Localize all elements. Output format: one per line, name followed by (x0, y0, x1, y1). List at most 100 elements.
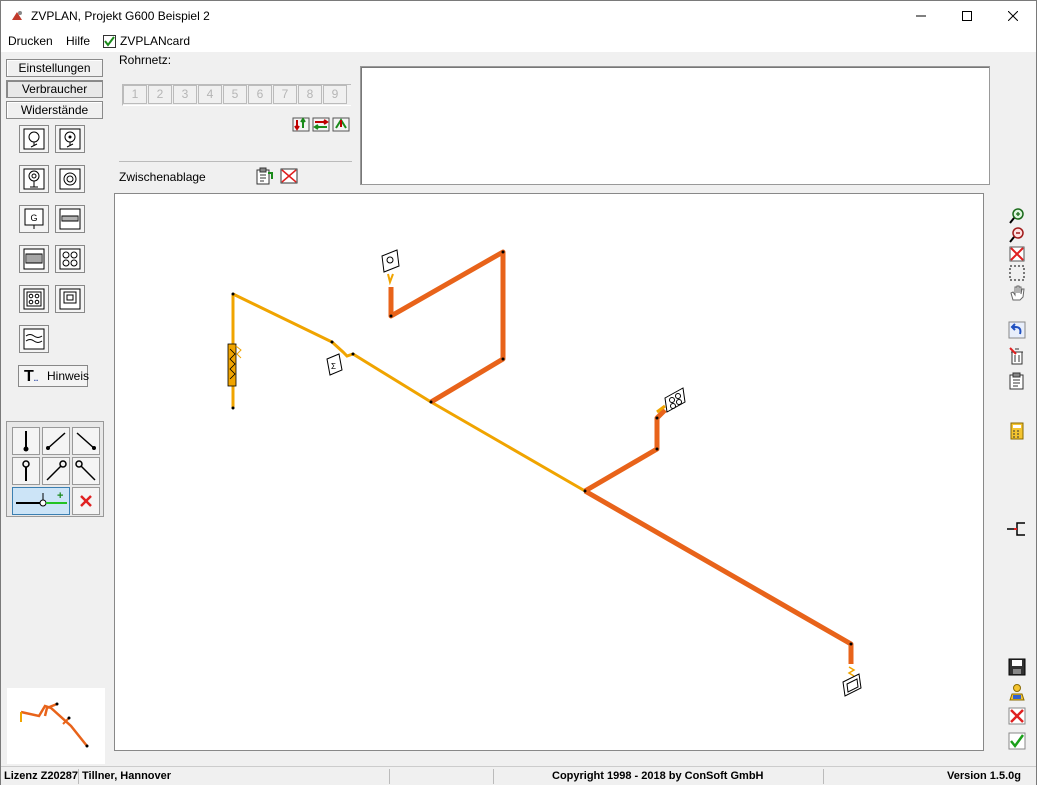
consumer-oven-icon[interactable] (19, 285, 49, 313)
drawing-canvas[interactable]: Σ (114, 193, 984, 751)
user-settings-button[interactable] (1007, 682, 1027, 702)
pipe-nodes (231, 250, 853, 646)
info-text-area (363, 69, 975, 170)
pipe-vertical-up-tool[interactable] (12, 457, 40, 485)
consumer-symbol-top (381, 249, 400, 286)
widerstaende-button[interactable]: Widerstände (6, 101, 103, 119)
network-tab-8[interactable]: 8 (298, 85, 322, 104)
info-panel (360, 66, 990, 185)
consumer-lamp-2-icon[interactable] (55, 125, 85, 153)
verbraucher-button[interactable]: Verbraucher (6, 80, 103, 98)
status-divider (823, 769, 824, 784)
zoom-in-button[interactable] (1007, 206, 1027, 226)
pipe-diagonal-right-tool[interactable] (42, 427, 70, 455)
paste-clipboard-icon[interactable] (255, 167, 273, 185)
green-check-icon (1008, 732, 1026, 750)
undo-icon (1008, 321, 1026, 339)
pipe-split-icon: + (16, 490, 67, 507)
network-tab-7[interactable]: 7 (273, 85, 297, 104)
user-icon (1009, 684, 1025, 701)
svg-text:G: G (30, 213, 37, 223)
pipe-vertical-down-tool[interactable] (12, 427, 40, 455)
consumer-stove-4-icon[interactable] (55, 245, 85, 273)
zvplancard-checkbox[interactable] (103, 35, 116, 48)
einstellungen-button[interactable]: Einstellungen (6, 59, 103, 77)
consumer-gas-boiler-icon[interactable]: G (19, 205, 49, 233)
pipe-tool-panel: + (6, 421, 104, 517)
zvplancard-label[interactable]: ZVPLANcard (120, 34, 190, 48)
zoom-in-icon (1009, 208, 1024, 224)
cancel-button[interactable] (1007, 706, 1027, 726)
pipe-branch-top (388, 249, 506, 405)
confirm-button[interactable] (1007, 731, 1027, 751)
consumer-ring-icon[interactable] (55, 165, 85, 193)
pipe-segment-main-yellow (232, 292, 586, 493)
hinweis-button[interactable]: T.. Hinweis (18, 365, 89, 387)
clear-clipboard-icon[interactable] (280, 167, 298, 185)
move-network-down-icon[interactable] (292, 115, 310, 133)
network-tab-9[interactable]: 9 (323, 85, 347, 104)
menu-hilfe[interactable]: Hilfe (66, 34, 90, 48)
consumer-heater-bar-icon[interactable] (55, 205, 85, 233)
minimize-button[interactable] (898, 1, 944, 31)
consumer-burner-icon[interactable] (19, 165, 49, 193)
separator (119, 161, 352, 162)
application-window: ZVPLAN, Projekt G600 Beispiel 2 Drucken … (0, 0, 1037, 785)
status-license: Lizenz Z20287 (4, 770, 78, 782)
pipe-diagonal-left-icon (76, 432, 96, 450)
clipboard-button[interactable] (1007, 371, 1027, 391)
app-icon (12, 11, 22, 20)
swap-network-icon[interactable] (312, 115, 330, 133)
svg-text:+: + (57, 490, 63, 502)
delete-pipe-tool[interactable] (72, 487, 100, 515)
network-tab-2[interactable]: 2 (148, 85, 172, 104)
zoom-reset-icon (1009, 246, 1025, 262)
connector-button[interactable] (1007, 519, 1027, 539)
overview-thumbnail[interactable] (7, 688, 105, 764)
delete-button[interactable] (1007, 346, 1027, 366)
pipe-branch-right (583, 408, 667, 494)
select-rectangle-icon (1009, 265, 1025, 281)
pipe-split-tool[interactable]: + (12, 487, 70, 515)
pipe-diagonal-up-left-tool[interactable] (72, 457, 100, 485)
status-user: Tillner, Hannover (82, 770, 172, 782)
close-icon (1008, 11, 1018, 21)
zoom-out-button[interactable] (1007, 225, 1027, 245)
minimize-icon (916, 15, 926, 17)
move-network-up-icon[interactable] (332, 115, 350, 133)
status-divider (78, 769, 79, 784)
select-area-button[interactable] (1007, 263, 1027, 283)
network-tab-3[interactable]: 3 (173, 85, 197, 104)
pipe-diagonal-up-left-icon (75, 460, 96, 481)
consumer-water-heater-icon[interactable] (19, 325, 49, 353)
undo-button[interactable] (1007, 320, 1027, 340)
consumer-lamp-icon[interactable] (19, 125, 49, 153)
consumer-wall-unit-icon[interactable] (55, 285, 85, 313)
network-tab-5[interactable]: 5 (223, 85, 247, 104)
consumer-radiator-icon[interactable] (19, 245, 49, 273)
zoom-reset-button[interactable] (1007, 244, 1027, 264)
pipe-diagonal-up-tool[interactable] (42, 457, 70, 485)
pipe-diagonal-up-icon (46, 460, 67, 481)
floppy-disk-icon (1008, 658, 1026, 676)
pipe-overview-image (20, 702, 89, 748)
menu-drucken[interactable]: Drucken (8, 34, 53, 48)
maximize-icon (962, 11, 972, 21)
pan-button[interactable] (1007, 283, 1027, 303)
pipe-diagonal-icon (46, 432, 66, 450)
pipe-vertical-up-icon (22, 460, 30, 481)
pipe-diagonal-left-tool[interactable] (72, 427, 100, 455)
checkmark-icon (104, 36, 115, 47)
trash-icon (1009, 347, 1023, 365)
rohrnetz-label: Rohrnetz: (119, 53, 172, 67)
left-panel: Einstellungen Verbraucher Widerstände G (5, 54, 107, 764)
calculator-button[interactable] (1007, 421, 1027, 441)
title-bar: ZVPLAN, Projekt G600 Beispiel 2 (1, 1, 1036, 31)
network-tab-6[interactable]: 6 (248, 85, 272, 104)
close-button[interactable] (990, 1, 1036, 31)
network-tab-4[interactable]: 4 (198, 85, 222, 104)
save-button[interactable] (1007, 657, 1027, 677)
maximize-button[interactable] (944, 1, 990, 31)
right-toolbar (1001, 54, 1036, 764)
network-tab-1[interactable]: 1 (123, 85, 147, 104)
